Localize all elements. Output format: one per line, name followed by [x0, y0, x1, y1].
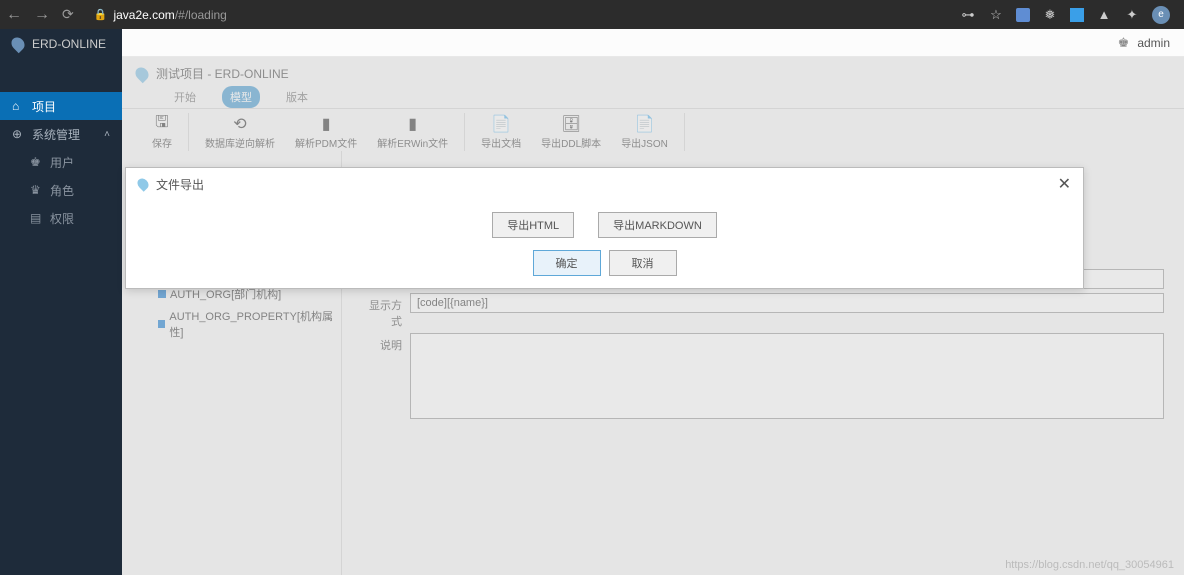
modal-overlay: [122, 57, 1184, 575]
user-icon: ♚: [30, 155, 42, 169]
ok-button[interactable]: 确定: [533, 250, 601, 276]
lock-icon: 🔒: [94, 8, 108, 21]
sidebar-item-system[interactable]: ⊕ 系统管理 ˄: [0, 120, 122, 148]
chevron-up-icon: ˄: [104, 129, 110, 140]
sidebar-sub-label: 权限: [50, 210, 74, 227]
key-icon[interactable]: ⊶: [960, 7, 976, 23]
export-markdown-button[interactable]: 导出MARKDOWN: [598, 212, 717, 238]
reload-button[interactable]: ⟳: [62, 6, 74, 23]
extensions-menu-icon[interactable]: ✦: [1124, 7, 1140, 23]
sidebar-sub-roles[interactable]: ♛ 角色: [0, 176, 122, 204]
logo-icon: [9, 34, 27, 52]
export-html-button[interactable]: 导出HTML: [492, 212, 574, 238]
export-modal: 文件导出 ✕ 导出HTML 导出MARKDOWN 确定 取消: [125, 167, 1084, 289]
extension-icon-1[interactable]: [1016, 8, 1030, 22]
profile-avatar[interactable]: e: [1152, 6, 1170, 24]
brand-text: ERD-ONLINE: [32, 37, 106, 51]
username: admin: [1137, 36, 1170, 50]
gear-icon: ⊕: [12, 127, 24, 141]
sidebar: ERD-ONLINE ⌂ 项目 ⊕ 系统管理 ˄ ♚ 用户 ♛ 角色 ▤ 权限: [0, 29, 122, 575]
cancel-button[interactable]: 取消: [609, 250, 677, 276]
sidebar-label: 项目: [32, 98, 56, 115]
sidebar-item-project[interactable]: ⌂ 项目: [0, 92, 122, 120]
extension-icon-4[interactable]: ▲: [1096, 7, 1112, 23]
roles-icon: ♛: [30, 183, 42, 197]
sidebar-sub-permissions[interactable]: ▤ 权限: [0, 204, 122, 232]
sidebar-sub-label: 用户: [50, 154, 74, 171]
user-info[interactable]: ♚ admin: [1118, 35, 1170, 51]
extension-icon-2[interactable]: ❅: [1042, 7, 1058, 23]
content-area: 测试项目 - ERD-ONLINE 开始 模型 版本 🖫 保存 ⟲ 数据库逆向解…: [122, 57, 1184, 575]
modal-title: 文件导出: [156, 176, 204, 193]
browser-toolbar: ← → ⟳ 🔒 java2e.com/#/loading ⊶ ☆ ❅ ▲ ✦ e: [0, 0, 1184, 29]
forward-button[interactable]: →: [34, 6, 50, 24]
modal-close-button[interactable]: ✕: [1058, 174, 1071, 194]
permissions-icon: ▤: [30, 211, 42, 225]
user-avatar-icon: ♚: [1118, 35, 1130, 51]
url-path: /#/loading: [175, 8, 227, 22]
home-icon: ⌂: [12, 99, 24, 113]
sidebar-label: 系统管理: [32, 126, 80, 143]
sidebar-sub-label: 角色: [50, 182, 74, 199]
extension-icon-3[interactable]: [1070, 8, 1084, 22]
address-bar[interactable]: 🔒 java2e.com/#/loading: [84, 8, 950, 22]
app-topbar: ♚ admin: [122, 29, 1184, 57]
brand-logo: ERD-ONLINE: [0, 29, 122, 58]
url-host: java2e.com: [113, 8, 174, 22]
bookmark-star-icon[interactable]: ☆: [988, 7, 1004, 23]
modal-icon: [135, 176, 151, 192]
watermark: https://blog.csdn.net/qq_30054961: [1005, 559, 1174, 571]
sidebar-sub-users[interactable]: ♚ 用户: [0, 148, 122, 176]
back-button[interactable]: ←: [6, 6, 22, 24]
